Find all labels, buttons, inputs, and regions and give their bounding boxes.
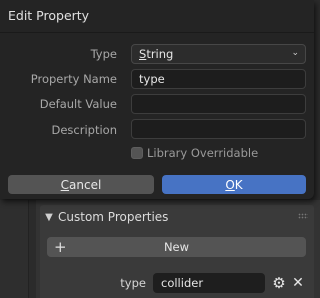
grip-icon[interactable]: [298, 213, 308, 219]
description-label: Description: [51, 123, 118, 137]
ok-button[interactable]: OK: [162, 175, 306, 194]
custom-properties-title: Custom Properties: [58, 210, 169, 224]
title-divider: [0, 32, 314, 33]
custom-property-value: collider: [161, 276, 204, 290]
close-icon[interactable]: ✕: [291, 274, 305, 292]
type-dropdown-value: String: [139, 47, 174, 61]
edit-property-dialog: Edit Property Type String ⌄ Property Nam…: [0, 0, 314, 199]
gear-icon[interactable]: ⚙: [270, 274, 288, 292]
library-overridable-label: Library Overridable: [147, 146, 259, 160]
property-name-value: type: [139, 72, 165, 86]
default-value-label: Default Value: [39, 97, 117, 111]
new-button-label: New: [163, 240, 190, 254]
type-label: Type: [90, 47, 117, 61]
chevron-down-icon[interactable]: ▼: [40, 212, 58, 223]
cancel-button-label: Cancel: [60, 177, 102, 192]
default-value-field[interactable]: [131, 94, 306, 114]
property-name-label: Property Name: [30, 72, 117, 86]
cancel-button[interactable]: Cancel: [8, 175, 154, 194]
dialog-title: Edit Property: [8, 8, 90, 23]
chevron-down-icon: ⌄: [291, 48, 299, 58]
ok-button-label: OK: [225, 177, 243, 192]
property-name-field[interactable]: type: [131, 69, 306, 89]
custom-property-name: type: [120, 276, 146, 290]
library-overridable-row[interactable]: Library Overridable: [131, 146, 258, 160]
new-property-button[interactable]: + New: [47, 237, 306, 257]
description-field[interactable]: [131, 119, 306, 139]
library-overridable-checkbox[interactable]: [131, 147, 143, 159]
custom-properties-header[interactable]: ▼ Custom Properties: [40, 205, 314, 229]
type-dropdown[interactable]: String ⌄: [131, 44, 306, 64]
properties-tab-bar: [0, 200, 29, 298]
custom-property-value-field[interactable]: collider: [153, 273, 265, 293]
plus-icon: +: [54, 238, 67, 256]
